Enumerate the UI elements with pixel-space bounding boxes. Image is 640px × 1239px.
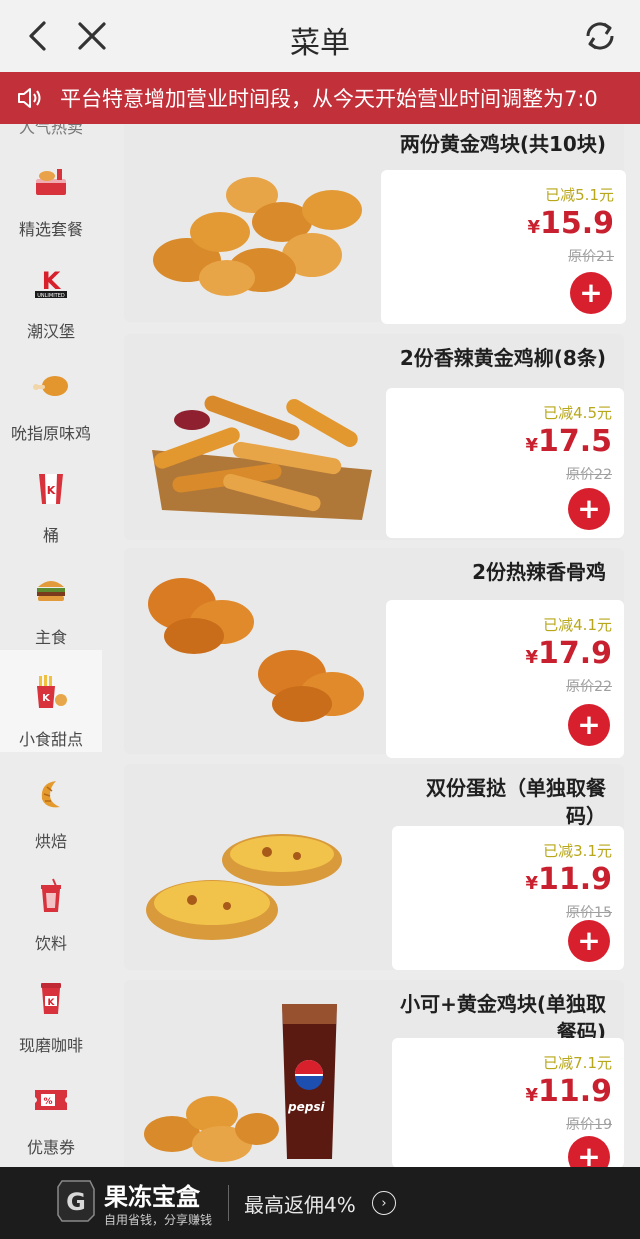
page-title: 菜单: [290, 26, 350, 61]
category-label: 精选套餐: [18, 220, 83, 239]
svg-text:UNLIMITED: UNLIMITED: [37, 293, 65, 299]
add-to-cart-button[interactable]: +: [568, 920, 610, 962]
category-item-burger[interactable]: K UNLIMITED 潮汉堡: [0, 242, 102, 344]
category-label: 桶: [42, 526, 59, 545]
category-item-main[interactable]: 主食: [0, 548, 102, 650]
speaker-icon: [16, 83, 46, 113]
category-item-snacks[interactable]: K 小食甜点: [0, 650, 102, 752]
cola-nuggets-image: [144, 1004, 337, 1162]
category-sidebar: 人气热卖 精选套餐 KUNLIMITED 潮汉堡 吮指原味鸡 K 桶 主食 K: [0, 124, 102, 1167]
category-label: 主食: [34, 628, 67, 647]
refresh-icon[interactable]: [578, 14, 622, 58]
category-item-original-chicken[interactable]: 吮指原味鸡: [0, 344, 102, 446]
category-item-bucket[interactable]: K 桶: [0, 446, 102, 548]
current-price: ¥17.5: [525, 424, 612, 459]
original-price: 原价19: [566, 1117, 612, 1133]
add-to-cart-button[interactable]: +: [570, 272, 612, 314]
category-label: 烘焙: [34, 832, 67, 851]
current-price: ¥15.9: [527, 206, 614, 241]
category-label: 小食甜点: [18, 730, 83, 749]
chicken-nuggets-image: [153, 177, 362, 296]
svg-text:G: G: [66, 1188, 86, 1216]
discount-label: 已减5.1元: [545, 186, 614, 204]
coffee-cup-icon: K: [31, 978, 71, 1018]
unlimited-k-icon: K UNLIMITED: [31, 264, 71, 304]
meal-set-icon: [31, 162, 71, 202]
add-to-cart-button[interactable]: +: [568, 1136, 610, 1167]
current-price: ¥17.9: [525, 636, 612, 671]
product-name: 两份黄金鸡块(共10块): [399, 132, 606, 156]
drink-cup-icon: [31, 876, 71, 916]
discount-label: 已减3.1元: [543, 842, 612, 860]
coupon-icon: %: [31, 1080, 71, 1120]
chevron-right-icon[interactable]: ›: [372, 1191, 396, 1215]
category-label: 现磨咖啡: [18, 1036, 83, 1055]
product-card[interactable]: 小可+黄金鸡块(单独取 餐码) 已减7.1元 ¥11.9 原价19 + peps…: [124, 980, 624, 1167]
ad-divider: [228, 1185, 229, 1221]
egg-tart-image: [146, 834, 342, 940]
pepsi-label: pepsi: [288, 1100, 325, 1114]
category-item-coupon[interactable]: % 优惠券: [0, 1058, 102, 1160]
original-price: 原价15: [566, 905, 612, 921]
top-bar: 菜单: [0, 0, 640, 72]
croissant-icon: [31, 774, 71, 814]
discount-label: 已减4.5元: [543, 404, 612, 422]
original-price: 原价22: [566, 467, 612, 483]
current-price: ¥11.9: [525, 1074, 612, 1109]
category-label: 优惠券: [26, 1138, 75, 1157]
product-name: 2份香辣黄金鸡柳(8条): [399, 346, 606, 370]
price-box: 已减4.5元 ¥17.5 原价22 +: [386, 388, 624, 538]
svg-text:K: K: [48, 998, 56, 1008]
notice-text: 平台特意增加营业时间段，从今天开始营业时间调整为7:0: [60, 87, 598, 111]
chicken-tenders-image: [152, 395, 372, 520]
discount-label: 已减4.1元: [543, 616, 612, 634]
ad-slogan: 自用省钱，分享赚钱: [104, 1213, 213, 1227]
svg-text:%: %: [43, 1097, 52, 1107]
add-to-cart-button[interactable]: +: [568, 704, 610, 746]
product-name-line: 双份蛋挞（单独取餐: [426, 776, 606, 800]
price-box: 已减4.1元 ¥17.9 原价22 +: [386, 600, 624, 758]
product-card[interactable]: 2份热辣香骨鸡 已减4.1元 ¥17.9 原价22 +: [124, 548, 624, 758]
ad-app-name: 果冻宝盒: [104, 1183, 200, 1211]
product-name: 2份热辣香骨鸡: [472, 560, 606, 584]
product-card[interactable]: 两份黄金鸡块(共10块) 已减5.1元 ¥15.9 原价21 +: [124, 124, 626, 324]
original-price: 原价22: [566, 679, 612, 695]
svg-text:K: K: [42, 693, 51, 704]
category-item-drinks[interactable]: 饮料: [0, 854, 102, 956]
add-to-cart-button[interactable]: +: [568, 488, 610, 530]
bucket-icon: K: [31, 468, 71, 508]
category-label-partial[interactable]: 人气热卖: [0, 124, 102, 138]
product-card[interactable]: 2份香辣黄金鸡柳(8条) 已减4.5元 ¥17.5 原价22 +: [124, 334, 624, 540]
snack-icon: K: [31, 672, 71, 712]
current-price: ¥11.9: [525, 862, 612, 897]
price-box: 已减3.1元 ¥11.9 原价15 +: [392, 826, 624, 970]
burger-icon: [31, 570, 71, 610]
product-card[interactable]: 双份蛋挞（单独取餐 码） 已减3.1元 ¥11.9 原价15 +: [124, 764, 624, 970]
price-box: 已减7.1元 ¥11.9 原价19 +: [392, 1038, 624, 1167]
category-label: 潮汉堡: [26, 322, 75, 341]
svg-text:K: K: [47, 484, 56, 497]
ad-banner[interactable]: G 果冻宝盒 自用省钱，分享赚钱 最高返佣4% ›: [0, 1167, 640, 1239]
price-box: 已减5.1元 ¥15.9 原价21 +: [381, 170, 626, 324]
product-list: 两份黄金鸡块(共10块) 已减5.1元 ¥15.9 原价21 + 2份香辣黄金鸡…: [102, 124, 640, 1167]
product-name-line: 小可+黄金鸡块(单独取: [400, 992, 606, 1016]
product-name: 双份蛋挞（单独取餐 码）: [426, 774, 606, 830]
app-logo-icon: G: [57, 1180, 95, 1222]
category-label: 吮指原味鸡: [10, 424, 91, 443]
category-item-coffee[interactable]: K 现磨咖啡: [0, 956, 102, 1058]
category-label: 饮料: [34, 934, 67, 953]
ad-offer: 最高返佣4%: [244, 1193, 356, 1217]
spicy-wings-image: [148, 578, 364, 722]
category-item-bakery[interactable]: 烘焙: [0, 752, 102, 854]
svg-text:K: K: [42, 267, 62, 295]
category-item-meal-set[interactable]: 精选套餐: [0, 140, 102, 242]
discount-label: 已减7.1元: [543, 1054, 612, 1072]
original-price: 原价21: [568, 249, 614, 265]
notice-banner[interactable]: 平台特意增加营业时间段，从今天开始营业时间调整为7:0: [0, 72, 640, 124]
fried-chicken-icon: [31, 366, 71, 406]
